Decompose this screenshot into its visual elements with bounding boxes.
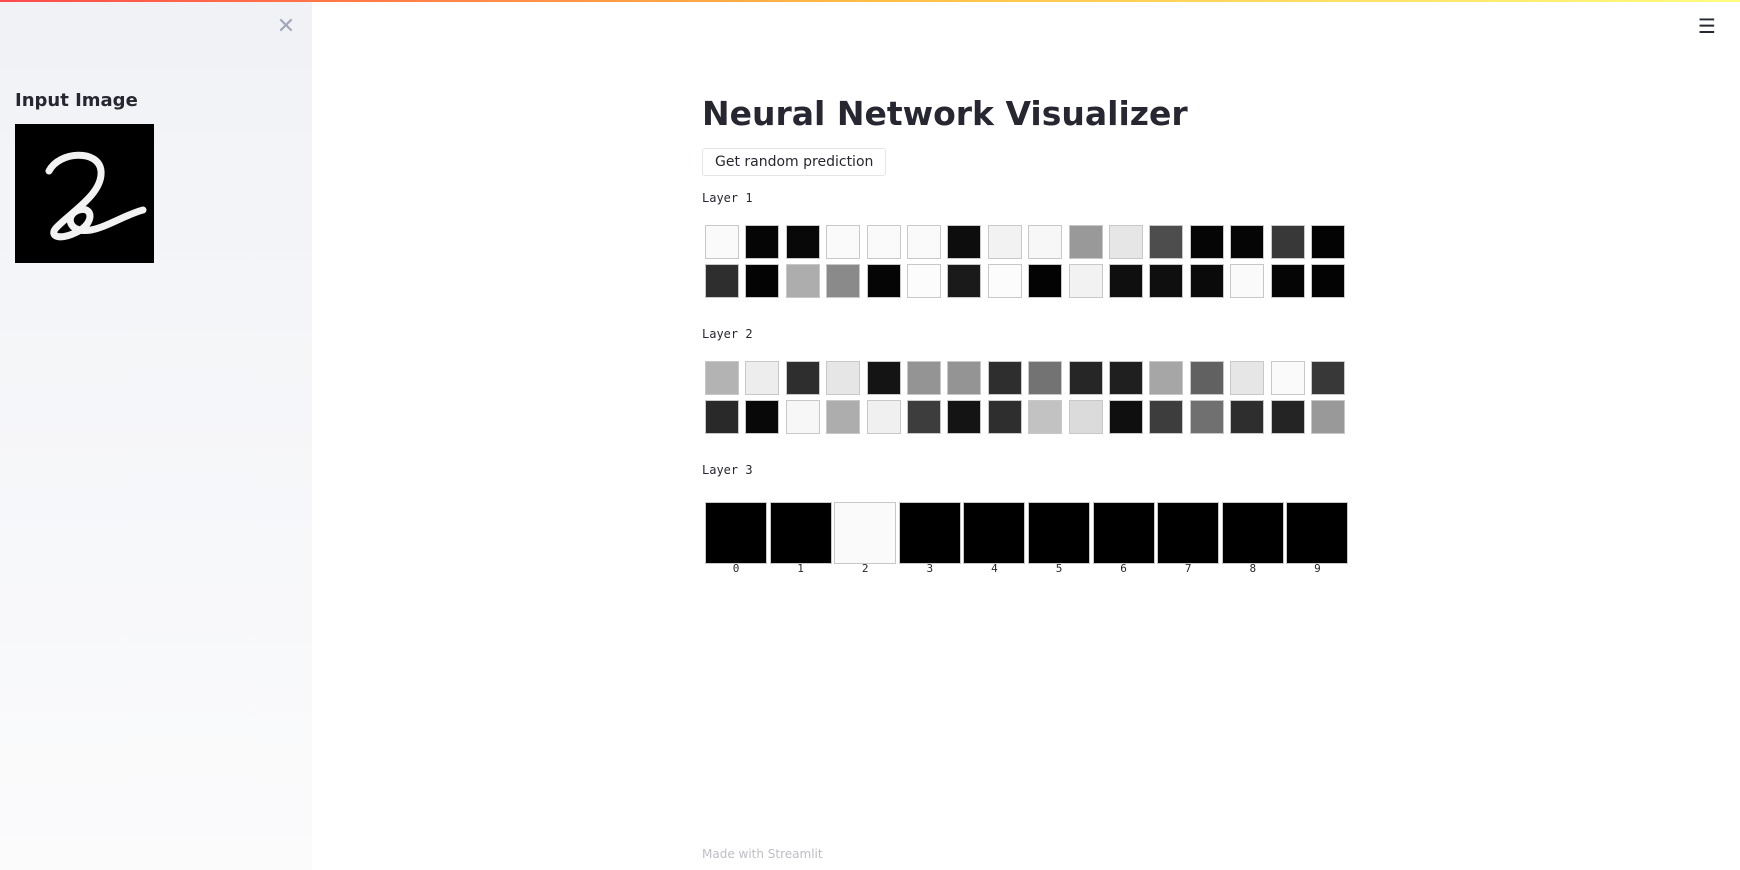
layer-2-neuron — [826, 400, 861, 434]
output-tick-label: 0 — [732, 562, 740, 575]
layer-2-neuron — [1189, 361, 1224, 395]
layer-1-neuron — [987, 264, 1022, 298]
layer-2-neuron — [1068, 400, 1103, 434]
sidebar-title: Input Image — [15, 90, 138, 111]
layer-2-neuron — [785, 400, 820, 434]
layer-2-neuron — [1068, 361, 1103, 395]
output-neuron — [1221, 502, 1284, 564]
output-tick-label: 9 — [1314, 562, 1321, 575]
layer-2-neuron — [1311, 400, 1345, 434]
layer-2-neuron — [1230, 400, 1265, 434]
output-tick-label: 8 — [1249, 562, 1257, 575]
layer-2-neuron — [785, 361, 820, 395]
layer-2-neuron — [907, 400, 941, 434]
output-neuron — [963, 502, 1026, 564]
layer-1-neuron — [1230, 264, 1265, 298]
layer-1-neuron — [1270, 225, 1305, 259]
layer-1-neuron — [1068, 225, 1103, 259]
layer-2-neuron — [705, 400, 739, 434]
layer-2-neuron — [907, 361, 941, 395]
output-neuron — [769, 502, 832, 564]
layer-2-neuron — [705, 361, 739, 395]
layer-2-neuron — [1189, 400, 1224, 434]
layer-1-neuron — [1189, 264, 1224, 298]
layer-1-neuron — [947, 264, 982, 298]
layer-1-neuron — [785, 225, 820, 259]
layer-1-neuron — [1311, 225, 1345, 259]
layer-1-neuron — [866, 225, 901, 259]
layer-1-neuron — [1028, 264, 1063, 298]
layer-2-neuron — [745, 400, 780, 434]
layer-1-neuron — [1109, 225, 1143, 259]
output-tick-label: 6 — [1120, 562, 1127, 575]
layer-1-neuron — [705, 264, 739, 298]
output-neuron — [834, 502, 897, 564]
layer-1-neuron — [987, 225, 1022, 259]
layer-2-neuron — [1149, 400, 1184, 434]
footer-made-with-streamlit[interactable]: Made with Streamlit — [702, 847, 823, 861]
output-neuron — [1157, 502, 1220, 564]
output-tick-label: 2 — [861, 562, 869, 575]
close-icon[interactable]: ✕ — [275, 16, 297, 38]
layer-2-neuron — [866, 361, 901, 395]
layer-1-neuron — [1311, 264, 1345, 298]
layer-2-neuron — [866, 400, 901, 434]
layer-1-neuron — [745, 264, 780, 298]
layer-1-neuron — [705, 225, 739, 259]
layer-2-neuron — [1270, 400, 1305, 434]
output-tick-label: 7 — [1184, 562, 1192, 575]
layer-2-label: Layer 2 — [702, 327, 753, 341]
layer-1-neuron — [866, 264, 901, 298]
layer-2-neuron — [987, 361, 1022, 395]
layer-1-neuron — [826, 264, 861, 298]
main-content: Neural Network Visualizer Get random pre… — [702, 0, 1362, 870]
output-neuron — [898, 502, 961, 564]
layer-1-neuron — [1149, 264, 1184, 298]
layer-1-neuron — [1230, 225, 1265, 259]
get-random-prediction-button[interactable]: Get random prediction — [702, 148, 887, 176]
output-tick-label: 5 — [1055, 562, 1063, 575]
input-image — [15, 124, 154, 263]
layer-1-neuron — [785, 264, 820, 298]
layer-2-neuron — [1149, 361, 1184, 395]
layer-2-neuron — [987, 400, 1022, 434]
layer-2-neuron — [1028, 400, 1063, 434]
layer-1-neuron — [1270, 264, 1305, 298]
layer-2-neuron — [1109, 361, 1143, 395]
layer-3-label: Layer 3 — [702, 463, 753, 477]
layer-1-neuron — [1149, 225, 1184, 259]
output-neuron — [705, 502, 767, 564]
layer-1-label: Layer 1 — [702, 191, 753, 205]
digit-image — [15, 124, 154, 263]
layer-2-neuron — [1109, 400, 1143, 434]
output-neuron — [1028, 502, 1090, 564]
layer-1-neuron — [745, 225, 780, 259]
output-tick-label: 1 — [797, 562, 804, 575]
output-neuron — [1286, 502, 1349, 564]
layer-2-neuron — [947, 400, 982, 434]
page-title: Neural Network Visualizer — [702, 94, 1188, 133]
output-neuron — [1092, 502, 1155, 564]
layer-1-neuron — [1189, 225, 1224, 259]
layer-1-neuron — [907, 264, 941, 298]
layer-1-neuron — [1028, 225, 1063, 259]
layer-2-neuron — [826, 361, 861, 395]
output-tick-label: 3 — [926, 562, 934, 575]
sidebar: ✕ Input Image — [0, 2, 312, 870]
layer-1-neuron — [826, 225, 861, 259]
layer-2-neuron — [1311, 361, 1345, 395]
layer-1-neuron — [1109, 264, 1143, 298]
layer-2-neuron — [947, 361, 982, 395]
layer-2-neuron — [1270, 361, 1305, 395]
output-tick-label: 4 — [991, 562, 998, 575]
layer-1-neuron — [1068, 264, 1103, 298]
hamburger-menu-icon[interactable]: ☰ — [1695, 14, 1719, 38]
layer-1-neuron — [947, 225, 982, 259]
layer-2-neuron — [1028, 361, 1063, 395]
layer-2-neuron — [1230, 361, 1265, 395]
layer-2-neuron — [745, 361, 780, 395]
layer-1-neuron — [907, 225, 941, 259]
